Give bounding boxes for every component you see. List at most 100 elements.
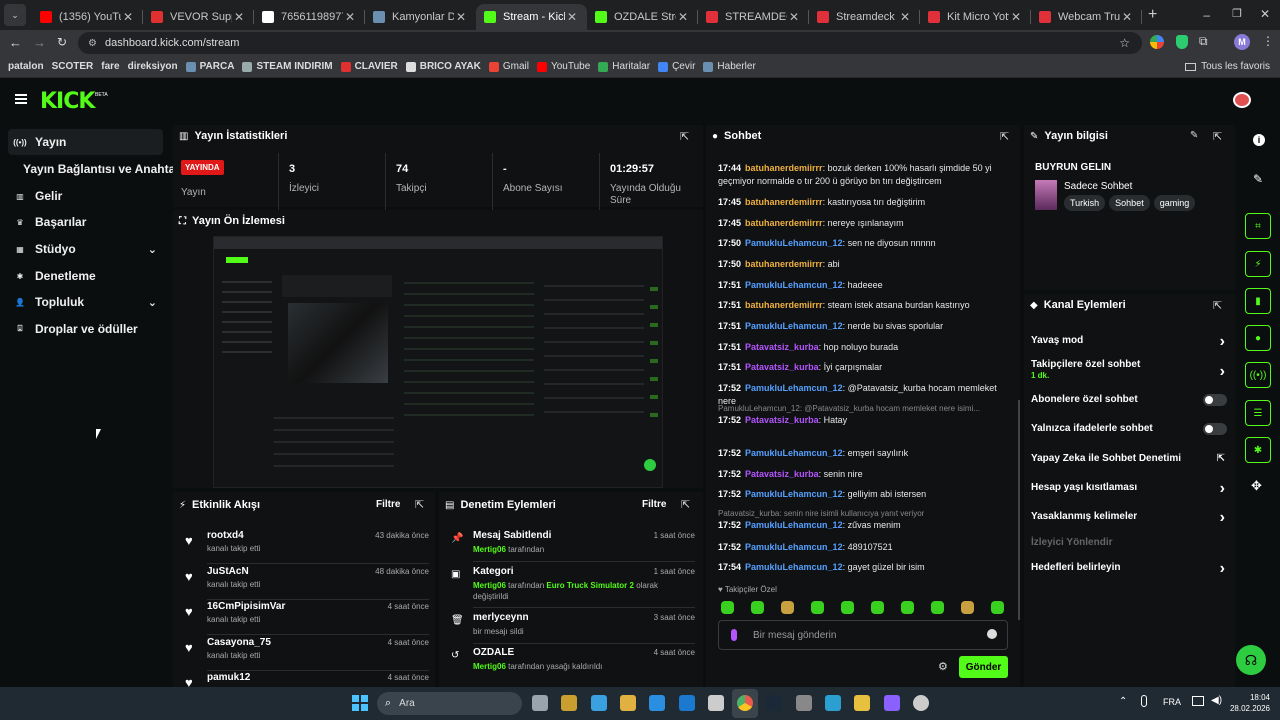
tag-pill[interactable]: Turkish xyxy=(1064,195,1106,211)
chat-username[interactable]: PamukluLehamcun_12 xyxy=(745,489,843,499)
help-headset-icon[interactable]: ☊ xyxy=(1236,645,1266,675)
tray-chevron-icon[interactable]: ⌃ xyxy=(1119,696,1127,707)
tab-search-button[interactable]: ⌄ xyxy=(4,4,26,26)
sidebar-item[interactable]: ▦ Stüdyo ⌄ xyxy=(8,236,163,262)
bookmark-item[interactable]: patalon xyxy=(8,61,44,72)
channel-action[interactable]: Abonelere özel sohbet xyxy=(1031,394,1231,406)
edge-icon[interactable] xyxy=(649,695,666,711)
chat-username[interactable]: PamukluLehamcun_12 xyxy=(745,562,843,572)
channel-action[interactable]: Yapay Zeka ile Sohbet Denetimi ⇱ xyxy=(1031,453,1231,464)
popout-icon[interactable]: ⇱ xyxy=(680,130,689,143)
browser-tab[interactable]: STREAMDECK + E✕ xyxy=(698,4,809,30)
emote-icon[interactable] xyxy=(961,601,974,614)
outlook-icon[interactable] xyxy=(678,695,695,711)
close-window-button[interactable]: ✕ xyxy=(1260,7,1270,21)
chat-username[interactable]: batuhanerdemiirrr xyxy=(745,259,823,269)
chat-username[interactable]: PamukluLehamcun_12 xyxy=(745,448,843,458)
tab-close-icon[interactable]: ✕ xyxy=(1120,10,1134,24)
user-avatar[interactable] xyxy=(1233,92,1251,108)
tab-close-icon[interactable]: ✕ xyxy=(454,10,468,24)
stream-preview-video[interactable] xyxy=(213,236,663,488)
chat-username[interactable]: Patavatsiz_kurba xyxy=(745,415,819,425)
chat-username[interactable]: Patavatsiz_kurba xyxy=(745,342,819,352)
chat-settings-gear-icon[interactable]: ⚙ xyxy=(938,660,948,673)
bookmark-item[interactable]: PARCA xyxy=(185,61,234,72)
mod-filter-button[interactable]: Filtre xyxy=(642,499,666,510)
shield-extension-icon[interactable] xyxy=(1176,35,1188,49)
alerts-button[interactable]: ☰ xyxy=(1245,400,1271,426)
chat-username[interactable]: Patavatsiz_kurba xyxy=(745,362,819,372)
tab-close-icon[interactable]: ✕ xyxy=(676,10,690,24)
toggle-switch[interactable] xyxy=(1203,394,1227,406)
app-icon[interactable] xyxy=(825,695,841,711)
restore-button[interactable]: ❐ xyxy=(1232,7,1242,20)
chat-input[interactable]: Bir mesaj gönderin xyxy=(718,620,1008,650)
chat-username[interactable]: PamukluLehamcun_12 xyxy=(745,238,843,248)
bookmark-item[interactable]: fare xyxy=(101,61,119,72)
send-button[interactable]: Gönder xyxy=(959,656,1008,678)
mic-tray-icon[interactable] xyxy=(1141,695,1147,707)
layout-button[interactable]: ⌗ xyxy=(1245,213,1271,239)
emoji-icon[interactable] xyxy=(987,629,997,639)
popout-icon[interactable]: ⇱ xyxy=(1213,299,1222,312)
epic-icon[interactable] xyxy=(795,695,812,711)
copilot-icon[interactable] xyxy=(590,695,607,711)
monitor-icon[interactable] xyxy=(1192,696,1204,706)
emote-icon[interactable] xyxy=(841,601,854,614)
volume-icon[interactable]: ◀) xyxy=(1211,695,1222,706)
category-name[interactable]: Euro Truck Simulator 2 xyxy=(546,581,634,590)
kick-logo[interactable]: KICK xyxy=(40,89,95,114)
tab-close-icon[interactable]: ✕ xyxy=(121,10,135,24)
chat-username[interactable]: PamukluLehamcun_12 xyxy=(745,383,843,393)
chat-username[interactable]: batuhanerdemiirrr xyxy=(745,163,823,173)
emote-icon[interactable] xyxy=(901,601,914,614)
moderator-name[interactable]: Mertig06 xyxy=(473,581,506,590)
activity-username[interactable]: pamuk12 xyxy=(207,672,250,683)
tab-close-icon[interactable]: ✕ xyxy=(232,10,246,24)
bookmark-item[interactable]: direksiyon xyxy=(128,61,178,72)
channel-action[interactable]: Hesap yaşı kısıtlaması › xyxy=(1031,480,1231,497)
emote-icon[interactable] xyxy=(781,601,794,614)
activity-username[interactable]: JuStAcN xyxy=(207,566,249,577)
emote-icon[interactable] xyxy=(991,601,1004,614)
chat-username[interactable]: PamukluLehamcun_12 xyxy=(745,280,843,290)
sidebar-item[interactable]: ✱ Denetleme xyxy=(8,263,163,289)
mod-tools-button[interactable]: ✱ xyxy=(1245,437,1271,463)
r-app-icon[interactable] xyxy=(854,695,871,711)
moderator-name[interactable]: Mertig06 xyxy=(473,662,506,671)
activity-username[interactable]: 16CmPipisimVar xyxy=(207,601,285,612)
popout-icon[interactable]: ⇱ xyxy=(1213,130,1222,143)
moderator-name[interactable]: Mertig06 xyxy=(473,545,506,554)
tab-close-icon[interactable]: ✕ xyxy=(343,10,357,24)
taskbar-search[interactable]: ⌕ Ara xyxy=(377,692,522,715)
edit-icon[interactable]: ✎ xyxy=(1253,172,1263,186)
browser-tab[interactable]: Webcam Trust✕ xyxy=(1031,4,1142,30)
browser-tab[interactable]: Kamyonlar Dünye✕ xyxy=(365,4,476,30)
bookmark-item[interactable]: Çevir xyxy=(658,61,695,72)
language-indicator[interactable]: FRA xyxy=(1163,697,1181,707)
channel-action[interactable]: Yavaş mod › xyxy=(1031,333,1231,350)
all-bookmarks[interactable]: Tous les favoris xyxy=(1185,61,1270,72)
tag-pill[interactable]: Sohbet xyxy=(1109,195,1150,211)
store-icon[interactable] xyxy=(561,695,578,711)
reload-icon[interactable]: ↻ xyxy=(57,35,67,49)
activity-username[interactable]: Casayona_75 xyxy=(207,637,271,648)
chat-username[interactable]: batuhanerdemiirrr xyxy=(745,197,823,207)
channel-action[interactable]: Yasaklanmış kelimeler › xyxy=(1031,509,1231,526)
chat-username[interactable]: batuhanerdemiirrr xyxy=(745,218,823,228)
browser-tab[interactable]: 76561198977142✕ xyxy=(254,4,365,30)
profile-avatar[interactable]: M xyxy=(1234,34,1250,50)
bookmark-star-icon[interactable]: ☆ xyxy=(1119,36,1130,50)
sidebar-item[interactable]: ▥ Gelir xyxy=(8,183,163,209)
new-tab-button[interactable]: + xyxy=(1148,6,1157,24)
forward-icon[interactable]: → xyxy=(33,35,46,50)
sidebar-item[interactable]: ♛ Başarılar xyxy=(8,209,163,235)
chat-toggle-button[interactable]: ● xyxy=(1245,325,1271,351)
bookmark-item[interactable]: Haberler xyxy=(703,61,756,72)
back-icon[interactable]: ← xyxy=(9,35,22,50)
bookmark-item[interactable]: STEAM INDIRIM xyxy=(242,61,333,72)
toggle-switch[interactable] xyxy=(1203,423,1227,435)
emote-icon[interactable] xyxy=(871,601,884,614)
chat-scrollbar[interactable] xyxy=(1018,400,1020,620)
emote-icon[interactable] xyxy=(931,601,944,614)
